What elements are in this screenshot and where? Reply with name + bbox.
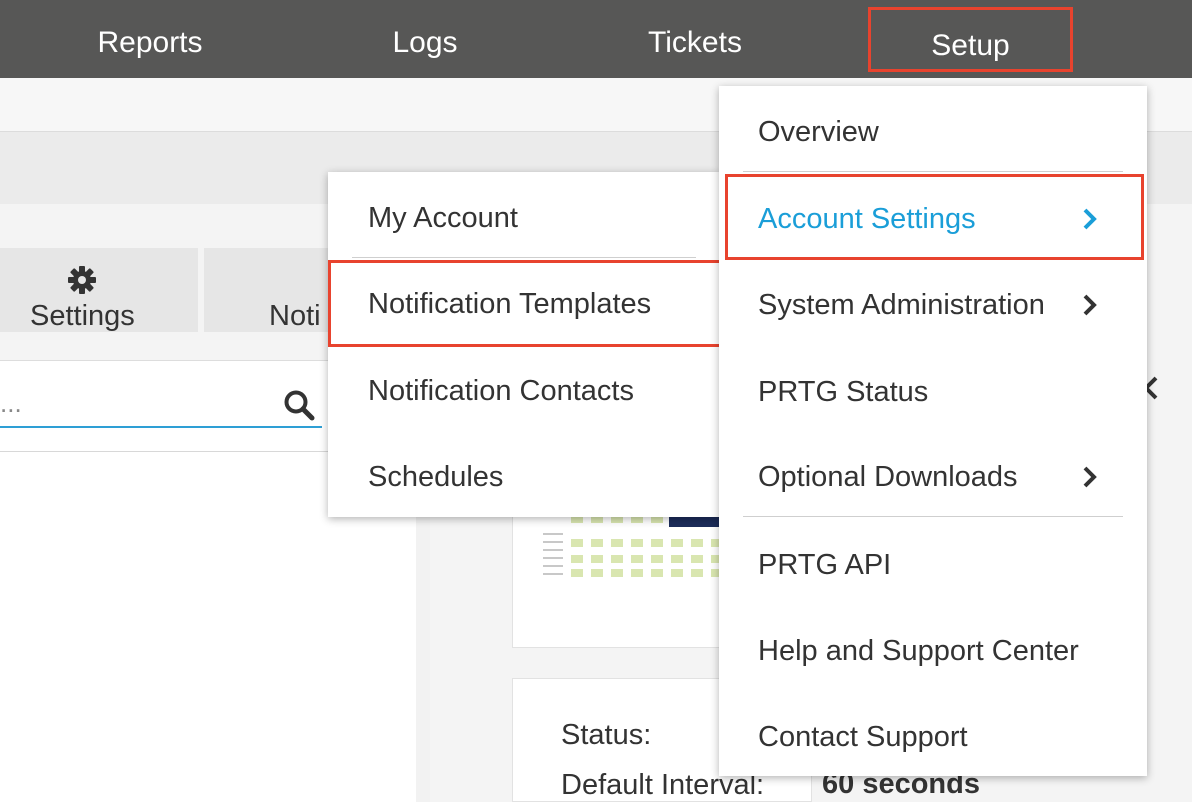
menu-divider — [743, 171, 1123, 172]
nav-tickets[interactable]: Tickets — [625, 0, 765, 78]
report-thumbnail — [543, 511, 723, 577]
menu-item-prtg-api[interactable]: PRTG API — [758, 549, 891, 582]
menu-item-contact-support[interactable]: Contact Support — [758, 721, 968, 754]
tab-notifications-label: Noti — [269, 300, 321, 332]
account-settings-submenu: My Account Notification Templates Notifi… — [328, 172, 722, 517]
menu-divider — [352, 257, 696, 258]
search-input[interactable]: ... — [0, 388, 22, 419]
chevron-right-icon — [1083, 294, 1097, 316]
top-nav-bar: Reports Logs Tickets Setup — [0, 0, 1192, 78]
menu-item-schedules[interactable]: Schedules — [368, 461, 503, 494]
chevron-right-icon — [1083, 466, 1097, 488]
gear-icon — [68, 266, 96, 294]
nav-reports[interactable]: Reports — [70, 0, 230, 78]
search-input-underline — [0, 426, 322, 428]
menu-item-help-and-support-center[interactable]: Help and Support Center — [758, 635, 1079, 668]
menu-divider — [743, 516, 1123, 517]
nav-logs[interactable]: Logs — [360, 0, 490, 78]
menu-item-my-account[interactable]: My Account — [368, 202, 518, 235]
chevron-right-icon — [1083, 208, 1097, 230]
status-label: Status: — [561, 719, 652, 751]
search-icon[interactable] — [282, 388, 316, 422]
menu-item-notification-templates[interactable]: Notification Templates — [368, 288, 651, 321]
menu-item-overview[interactable]: Overview — [758, 116, 879, 149]
menu-item-optional-downloads[interactable]: Optional Downloads — [758, 461, 1018, 494]
tab-settings[interactable]: Settings — [0, 248, 198, 332]
tab-settings-label: Settings — [30, 300, 135, 332]
menu-item-account-settings[interactable]: Account Settings — [758, 203, 976, 236]
menu-item-prtg-status[interactable]: PRTG Status — [758, 376, 928, 409]
menu-item-notification-contacts[interactable]: Notification Contacts — [368, 375, 634, 408]
menu-item-system-administration[interactable]: System Administration — [758, 289, 1045, 322]
setup-menu: Overview Account Settings System Adminis… — [719, 86, 1147, 776]
nav-setup[interactable]: Setup — [868, 7, 1073, 72]
